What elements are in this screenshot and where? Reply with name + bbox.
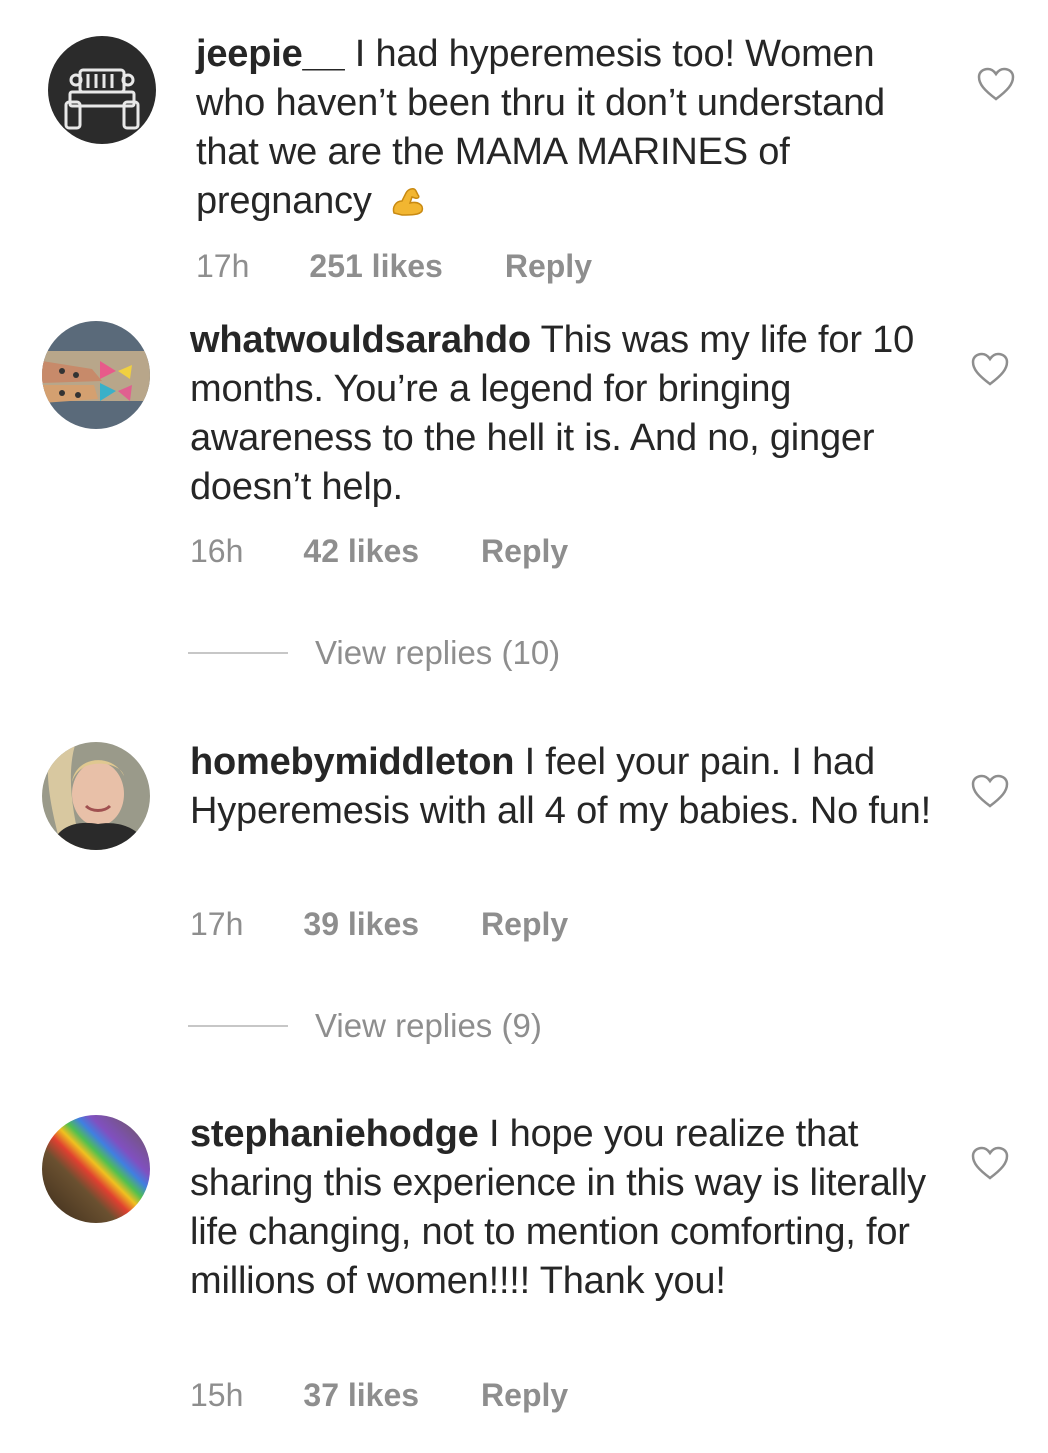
heart-icon[interactable]	[970, 1145, 1010, 1181]
avatar[interactable]	[48, 36, 156, 144]
comment-text: homebymiddleton I feel your pain. I had …	[190, 738, 935, 836]
comment-time: 17h	[190, 906, 244, 942]
avatar[interactable]	[42, 742, 150, 850]
comment-time: 16h	[190, 533, 244, 569]
reply-button[interactable]: Reply	[481, 533, 568, 570]
view-replies-button[interactable]: View replies (10)	[188, 634, 560, 672]
comment-meta: 16h 42 likes Reply	[190, 533, 568, 570]
comment-username[interactable]: stephaniehodge	[190, 1113, 479, 1155]
view-replies-button[interactable]: View replies (9)	[188, 1007, 542, 1045]
view-replies-label[interactable]: View replies (10)	[315, 634, 560, 672]
comment-likes[interactable]: 37 likes	[303, 1377, 419, 1414]
comment-text: whatwouldsarahdo This was my life for 10…	[190, 316, 935, 512]
comment-text: stephaniehodge I hope you realize that s…	[190, 1110, 935, 1306]
comment-meta: 17h 39 likes Reply	[190, 906, 568, 943]
comment-time: 17h	[196, 248, 250, 284]
comment-time: 15h	[190, 1377, 244, 1413]
heart-icon[interactable]	[976, 66, 1016, 102]
reply-button[interactable]: Reply	[505, 248, 592, 285]
comment-likes[interactable]: 39 likes	[303, 906, 419, 943]
reply-button[interactable]: Reply	[481, 906, 568, 943]
reply-button[interactable]: Reply	[481, 1377, 568, 1414]
view-replies-label[interactable]: View replies (9)	[315, 1007, 542, 1045]
avatar[interactable]	[42, 321, 150, 429]
comment-username[interactable]: homebymiddleton	[190, 741, 514, 783]
comment-likes[interactable]: 251 likes	[309, 248, 442, 285]
avatar[interactable]	[42, 1115, 150, 1223]
heart-icon[interactable]	[970, 351, 1010, 387]
comment-meta: 17h 251 likes Reply	[196, 248, 592, 285]
comment-text: jeepie__ I had hyperemesis too! Women wh…	[196, 30, 936, 230]
divider-line	[188, 652, 288, 654]
comment-meta: 15h 37 likes Reply	[190, 1377, 568, 1414]
comment-username[interactable]: jeepie__	[196, 33, 345, 75]
flexed-biceps-icon	[388, 181, 428, 230]
divider-line	[188, 1025, 288, 1027]
comment-username[interactable]: whatwouldsarahdo	[190, 319, 531, 361]
comment-likes[interactable]: 42 likes	[303, 533, 419, 570]
heart-icon[interactable]	[970, 773, 1010, 809]
